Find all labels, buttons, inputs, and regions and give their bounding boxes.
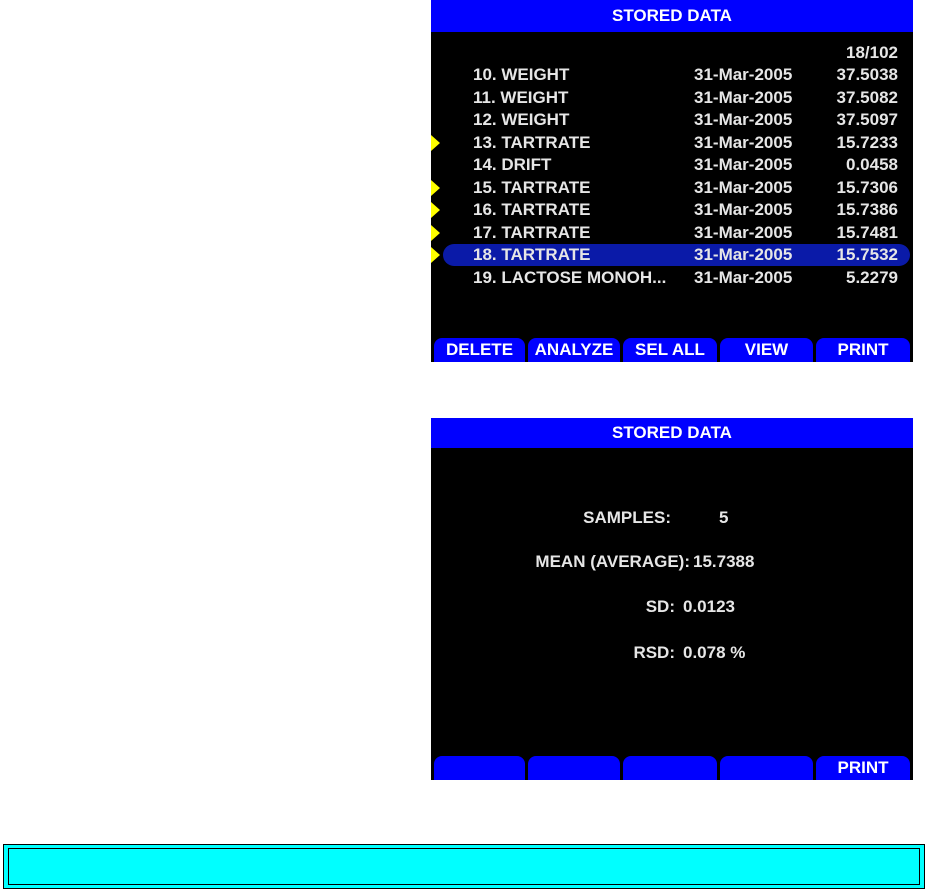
screen-title: STORED DATA (431, 418, 913, 448)
view-softkey[interactable]: VIEW (720, 338, 813, 362)
item-name: 15. TARTRATE (473, 177, 591, 197)
item-value: 37.5038 (836, 65, 898, 84)
caption-box-inner (8, 848, 920, 885)
selected-marker-icon (431, 179, 440, 196)
caption-box (3, 844, 925, 889)
item-value: 5.2279 (846, 267, 898, 287)
screen-title: STORED DATA (431, 0, 913, 32)
list-item[interactable]: 15. TARTRATE 31-Mar-2005 15.7306 (431, 177, 913, 199)
delete-softkey[interactable]: DELETE (434, 338, 525, 362)
item-name: 11. WEIGHT (473, 87, 569, 107)
selected-marker-icon (431, 247, 440, 263)
item-value: 15.7306 (836, 177, 898, 197)
sel-all-softkey[interactable]: SEL ALL (623, 338, 717, 362)
item-date: 31-Mar-2005 (694, 245, 793, 264)
print-softkey[interactable]: PRINT (816, 338, 910, 362)
rsd-stat: RSD: (431, 643, 675, 665)
selected-marker-icon (431, 134, 440, 151)
item-name: 16. TARTRATE (473, 200, 591, 219)
analyze-softkey[interactable]: ANALYZE (528, 338, 620, 362)
item-value: 15.7233 (836, 132, 898, 152)
blank-softkey-3[interactable] (623, 756, 717, 780)
item-date: 31-Mar-2005 (694, 110, 793, 129)
item-date: 31-Mar-2005 (694, 222, 793, 242)
item-name: 14. DRIFT (473, 155, 552, 174)
record-counter: 18/102 (846, 43, 898, 62)
samples-value: 5 (719, 508, 729, 527)
rsd-label: RSD: (633, 643, 675, 662)
blank-softkey-2[interactable] (528, 756, 620, 780)
softkey-bar: DELETE ANALYZE SEL ALL VIEW PRINT (431, 336, 913, 362)
list-item[interactable]: 14. DRIFT 31-Mar-2005 0.0458 (431, 154, 913, 176)
item-name: 19. LACTOSE MONOH... (473, 267, 667, 287)
selected-marker-icon (431, 202, 440, 218)
mean-label: MEAN (AVERAGE): (535, 552, 690, 571)
sd-stat: SD: (431, 597, 675, 619)
selected-marker-icon (431, 224, 440, 241)
list-item[interactable]: 16. TARTRATE 31-Mar-2005 15.7386 (431, 199, 913, 221)
item-date: 31-Mar-2005 (694, 200, 793, 219)
item-name: 13. TARTRATE (473, 132, 591, 152)
item-date: 31-Mar-2005 (694, 177, 793, 197)
item-name: 17. TARTRATE (473, 222, 591, 242)
blank-softkey-4[interactable] (720, 756, 813, 780)
item-name: 18. TARTRATE (473, 245, 591, 264)
blank-softkey-1[interactable] (434, 756, 525, 780)
item-value: 0.0458 (846, 155, 898, 174)
stored-data-stats-screen: STORED DATA SAMPLES: 5 MEAN (AVERAGE): 1… (431, 418, 913, 780)
item-name: 10. WEIGHT (473, 65, 570, 84)
item-value: 15.7481 (836, 222, 898, 242)
list-item[interactable]: 18. TARTRATE 31-Mar-2005 15.7532 (431, 244, 913, 266)
list-item[interactable]: 12. WEIGHT 31-Mar-2005 37.5097 (431, 109, 913, 131)
item-date: 31-Mar-2005 (694, 155, 793, 174)
item-date: 31-Mar-2005 (694, 267, 793, 287)
item-value: 15.7532 (836, 245, 898, 264)
rsd-value: 0.078 % (683, 643, 746, 662)
list-item[interactable]: 13. TARTRATE 31-Mar-2005 15.7233 (431, 132, 913, 154)
item-value: 37.5082 (836, 87, 898, 107)
item-name: 12. WEIGHT (473, 110, 570, 129)
mean-value: 15.7388 (693, 552, 755, 571)
list-item[interactable]: 19. LACTOSE MONOH... 31-Mar-2005 5.2279 (431, 267, 913, 289)
item-date: 31-Mar-2005 (694, 87, 793, 107)
item-date: 31-Mar-2005 (694, 132, 793, 152)
item-date: 31-Mar-2005 (694, 65, 793, 84)
item-value: 37.5097 (836, 110, 898, 129)
samples-stat: SAMPLES: (431, 508, 671, 530)
sd-label: SD: (645, 597, 675, 616)
stored-data-list-screen: STORED DATA 18/102 10. WEIGHT 31-Mar-2005… (431, 0, 913, 362)
list-item[interactable]: 10. WEIGHT 31-Mar-2005 37.5038 (431, 64, 913, 86)
item-value: 15.7386 (836, 200, 898, 219)
mean-stat: MEAN (AVERAGE): (431, 552, 690, 574)
list-item[interactable]: 11. WEIGHT 31-Mar-2005 37.5082 (431, 87, 913, 109)
softkey-bar: PRINT (431, 754, 913, 780)
list-item[interactable]: 17. TARTRATE 31-Mar-2005 15.7481 (431, 222, 913, 244)
samples-label: SAMPLES: (583, 508, 671, 527)
sd-value: 0.0123 (683, 597, 735, 616)
print-softkey[interactable]: PRINT (816, 756, 910, 780)
